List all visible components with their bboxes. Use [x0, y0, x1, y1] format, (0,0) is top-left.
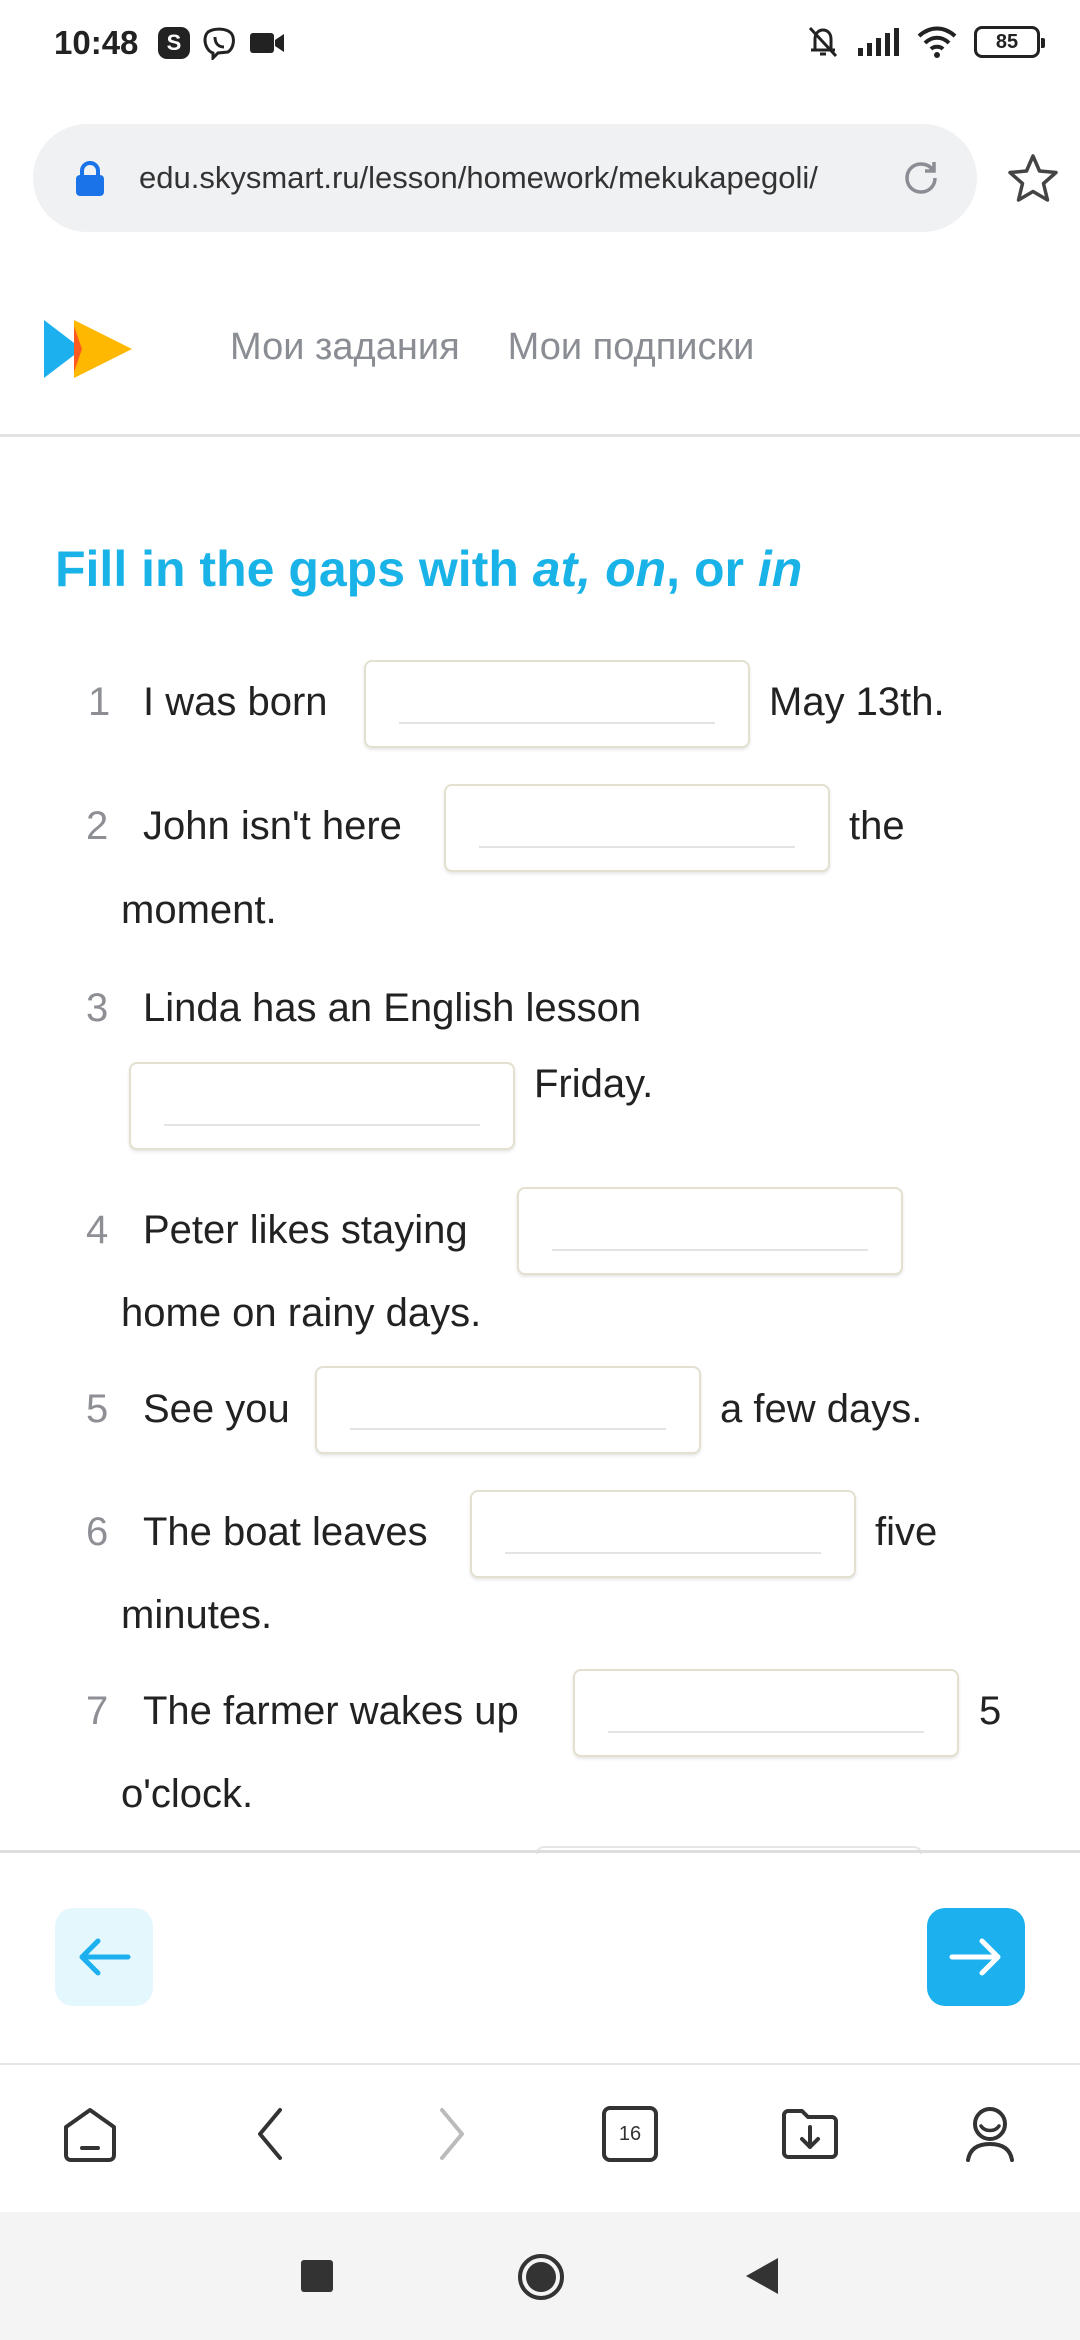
- system-nav-bar: [0, 2212, 1080, 2340]
- title-comma: , or: [666, 541, 758, 597]
- question-text-after: 5: [979, 1689, 1002, 1733]
- question-text-continued: minutes.: [121, 1593, 273, 1637]
- question-text: John isn't here: [143, 804, 402, 848]
- title-prefix: Fill in the gaps with: [55, 541, 533, 597]
- answer-gap-4[interactable]: [517, 1187, 903, 1275]
- header-divider: [0, 434, 1080, 437]
- site-nav: Мои задания Мои подписки: [230, 326, 754, 369]
- content-divider: [0, 1850, 1080, 1853]
- nav-my-subscriptions[interactable]: Мои подписки: [508, 326, 755, 369]
- title-on: on: [605, 541, 667, 597]
- status-time: 10:48: [54, 24, 139, 61]
- profile-icon: [966, 2107, 1014, 2162]
- nav-my-tasks[interactable]: Мои задания: [230, 326, 460, 369]
- answer-gap-3[interactable]: [129, 1062, 515, 1150]
- skype-icon: S: [158, 27, 190, 59]
- folder-download-icon: [782, 2109, 838, 2159]
- url-text[interactable]: edu.skysmart.ru/lesson/homework/mekukape…: [139, 160, 879, 196]
- viber-icon: [203, 27, 235, 60]
- question-text-continued: o'clock.: [121, 1772, 254, 1816]
- title-in: in: [757, 541, 803, 597]
- home-icon: [64, 2108, 116, 2162]
- downloads-button[interactable]: [778, 2102, 842, 2166]
- task-title: Fill in the gaps with at, on, or in: [55, 540, 802, 598]
- answer-gap-7[interactable]: [573, 1669, 959, 1757]
- question-number: 7: [86, 1689, 109, 1733]
- lock-icon: [76, 160, 104, 196]
- question-text-after: Friday.: [534, 1062, 654, 1106]
- title-at: at,: [532, 541, 592, 597]
- arrow-right-icon: [949, 1938, 1001, 1976]
- forward-button[interactable]: [420, 2102, 484, 2166]
- skysmart-logo[interactable]: [44, 316, 134, 382]
- recents-square-icon[interactable]: [300, 2259, 334, 2293]
- question-number: 6: [86, 1510, 109, 1554]
- question-text-after: the: [849, 804, 905, 848]
- question-text-continued: moment.: [121, 888, 277, 932]
- wifi-icon: [917, 26, 957, 58]
- status-icons-right: 85: [806, 24, 1045, 60]
- question-text: The farmer wakes up: [143, 1689, 519, 1733]
- question-text: The boat leaves: [143, 1510, 428, 1554]
- question-text: Peter likes staying: [143, 1208, 468, 1252]
- bookmark-star-icon[interactable]: [1005, 152, 1061, 206]
- question-text-continued: home on rainy days.: [121, 1291, 482, 1335]
- previous-button[interactable]: [55, 1908, 153, 2006]
- bell-muted-icon: [808, 26, 838, 58]
- answer-gap-2[interactable]: [444, 784, 830, 872]
- question-text: See you: [143, 1387, 290, 1431]
- chevron-left-icon: [258, 2108, 282, 2160]
- battery-icon: 85: [974, 26, 1045, 58]
- url-bar[interactable]: edu.skysmart.ru/lesson/homework/mekukape…: [33, 124, 977, 232]
- next-button[interactable]: [927, 1908, 1025, 2006]
- question-text-after: a few days.: [720, 1387, 923, 1431]
- home-button[interactable]: [58, 2102, 122, 2166]
- question-number: 5: [86, 1387, 109, 1431]
- signal-icon: [858, 28, 899, 56]
- browser-divider: [0, 2063, 1080, 2065]
- chevron-right-icon: [440, 2108, 464, 2160]
- answer-gap-5[interactable]: [315, 1366, 701, 1454]
- tabs-button[interactable]: 16: [598, 2102, 662, 2166]
- back-triangle-icon[interactable]: [744, 2256, 780, 2296]
- home-circle-icon[interactable]: [516, 2252, 566, 2302]
- answer-gap-6[interactable]: [470, 1490, 856, 1578]
- browser-toolbar: 16: [0, 2066, 1080, 2208]
- profile-button[interactable]: [958, 2102, 1022, 2166]
- question-number: 1: [88, 680, 111, 724]
- question-number: 4: [86, 1208, 109, 1252]
- answer-gap-1[interactable]: [364, 660, 750, 748]
- arrow-left-icon: [79, 1938, 131, 1976]
- question-text: Linda has an English lesson: [143, 986, 642, 1030]
- status-bar: 10:48 S 85: [0, 0, 1080, 92]
- reload-icon[interactable]: [899, 156, 943, 200]
- video-camera-icon: [250, 33, 284, 53]
- tabs-count: 16: [602, 2106, 658, 2162]
- question-text-after: five: [875, 1510, 938, 1554]
- question-text-after: May 13th.: [769, 680, 945, 724]
- question-number: 3: [86, 986, 109, 1030]
- question-number: 2: [86, 804, 109, 848]
- status-icons-left: S: [158, 26, 286, 60]
- question-text: I was born: [143, 680, 328, 724]
- back-button[interactable]: [238, 2102, 302, 2166]
